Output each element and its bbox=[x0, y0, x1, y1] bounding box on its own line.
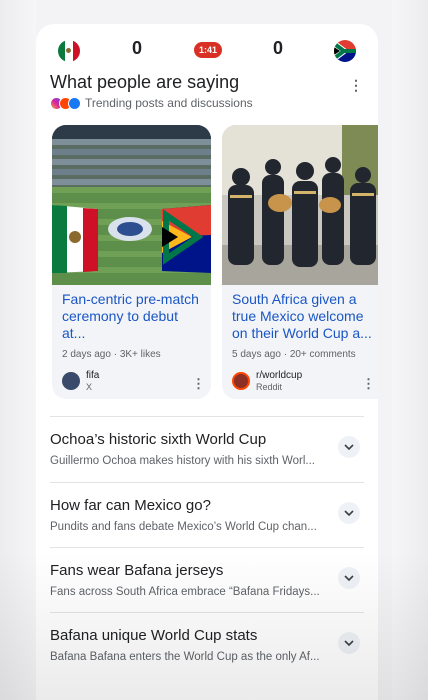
post-author: fifa bbox=[86, 370, 100, 381]
post-platform: X bbox=[86, 382, 93, 392]
match-card: 0 1:41 0 What people are saying ⋮ Trendi… bbox=[36, 24, 378, 700]
section-title: What people are saying bbox=[50, 72, 240, 92]
topic-description: Pundits and fans debate Mexico’s World C… bbox=[50, 521, 317, 533]
away-score: 0 bbox=[273, 38, 284, 58]
mexico-flag-icon bbox=[58, 40, 80, 62]
stadium-flags-image bbox=[52, 125, 211, 285]
post-author: r/worldcup bbox=[256, 370, 303, 381]
chevron-down-icon[interactable] bbox=[338, 436, 360, 458]
post-meta: 2 days ago · 3K+ likes bbox=[62, 349, 161, 360]
post-card[interactable]: Fan-centric pre-match ceremony to debut … bbox=[52, 125, 211, 399]
home-score: 0 bbox=[132, 38, 143, 58]
live-clock-badge: 1:41 bbox=[194, 42, 222, 58]
chevron-down-icon[interactable] bbox=[338, 567, 360, 589]
topic-row[interactable]: Bafana unique World Cup stats Bafana Baf… bbox=[50, 612, 364, 678]
divider bbox=[50, 482, 364, 483]
topic-description: Fans across South Africa embrace “Bafana… bbox=[50, 586, 320, 598]
reddit-avatar bbox=[232, 372, 250, 390]
topic-description: Guillermo Ochoa makes history with his s… bbox=[50, 455, 316, 467]
post-title[interactable]: South Africa given a true Mexico welcome… bbox=[232, 291, 374, 342]
post-more-icon[interactable]: ⋮ bbox=[362, 376, 375, 392]
left-backdrop bbox=[0, 0, 36, 700]
mariachi-band-image bbox=[222, 125, 378, 285]
section-more-icon[interactable]: ⋮ bbox=[349, 78, 363, 92]
post-more-icon[interactable]: ⋮ bbox=[192, 376, 205, 392]
facebook-icon bbox=[68, 96, 81, 110]
chevron-down-icon[interactable] bbox=[338, 632, 360, 654]
topic-row[interactable]: Ochoa’s historic sixth World Cup Guiller… bbox=[50, 416, 364, 482]
divider bbox=[50, 612, 364, 613]
divider bbox=[50, 547, 364, 548]
divider bbox=[50, 416, 364, 417]
topic-title: Bafana unique World Cup stats bbox=[50, 627, 258, 644]
source-icons bbox=[50, 96, 81, 110]
south-africa-flag-icon bbox=[334, 40, 356, 62]
post-meta: 5 days ago · 20+ comments bbox=[232, 349, 356, 360]
chevron-down-icon[interactable] bbox=[338, 502, 360, 524]
right-backdrop bbox=[392, 0, 428, 700]
post-card[interactable]: South Africa given a true Mexico welcome… bbox=[222, 125, 378, 399]
fifa-avatar bbox=[62, 372, 80, 390]
section-subtitle: Trending posts and discussions bbox=[85, 96, 253, 110]
topic-title: How far can Mexico go? bbox=[50, 497, 211, 514]
topic-row[interactable]: How far can Mexico go? Pundits and fans … bbox=[50, 482, 364, 548]
section-subtitle-row: Trending posts and discussions bbox=[50, 95, 253, 111]
post-platform: Reddit bbox=[256, 382, 283, 392]
topic-title: Fans wear Bafana jerseys bbox=[50, 562, 224, 579]
scoreboard[interactable]: 0 1:41 0 bbox=[36, 24, 378, 74]
post-title[interactable]: Fan-centric pre-match ceremony to debut … bbox=[62, 291, 204, 342]
topic-description: Bafana Bafana enters the World Cup as th… bbox=[50, 651, 320, 663]
topic-title: Ochoa’s historic sixth World Cup bbox=[50, 431, 267, 448]
topic-row[interactable]: Fans wear Bafana jerseys Fans across Sou… bbox=[50, 547, 364, 613]
